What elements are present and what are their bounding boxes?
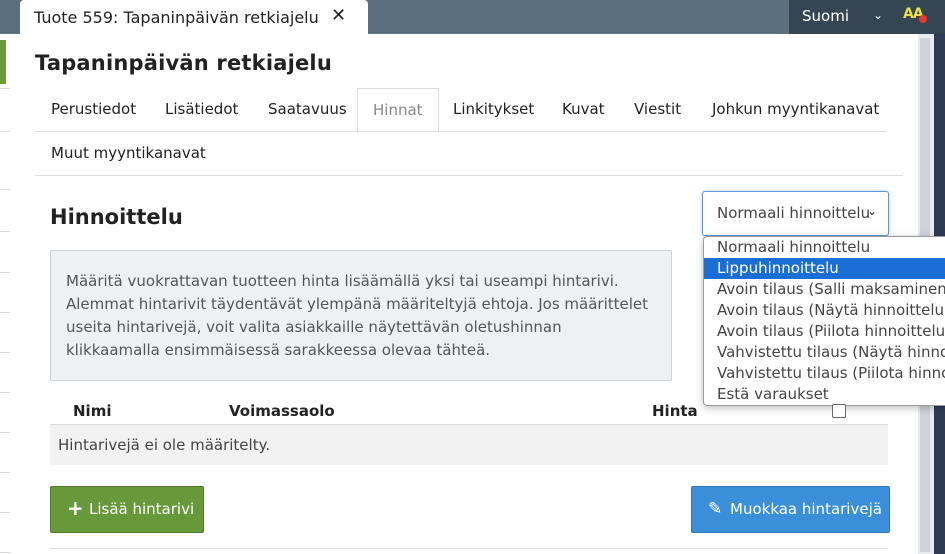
edit-price-rows-label: Muokkaa hintarivejä (730, 500, 882, 518)
table-row: Hintarivejä ei ole määritelty. (50, 424, 888, 465)
column-header-voimassaolo: Voimassaolo (229, 402, 335, 420)
divider (0, 88, 10, 89)
column-header-nimi: Nimi (73, 402, 112, 420)
tabs-divider (35, 175, 903, 176)
tab-johkun-myyntikanavat[interactable]: Johkun myyntikanavat (712, 100, 879, 118)
divider (0, 432, 10, 433)
window-title: Tuote 559: Tapaninpäivän retkiajelu (34, 8, 319, 27)
option-esta-varaukset[interactable]: Estä varaukset (704, 384, 945, 405)
divider (50, 548, 888, 549)
language-label: Suomi (802, 7, 849, 25)
pricing-type-dropdown: Normaali hinnoittelu Lippuhinnoittelu Av… (703, 236, 945, 406)
tab-linkitykset[interactable]: Linkitykset (453, 100, 534, 118)
divider (0, 272, 10, 273)
divider (0, 392, 10, 393)
divider (0, 189, 10, 190)
chevron-down-icon: ⌄ (873, 8, 884, 22)
option-vahvistettu-piilota[interactable]: Vahvistettu tilaus (Piilota hinnoittelu) (704, 363, 945, 384)
window-tab[interactable]: Tuote 559: Tapaninpäivän retkiajelu ✕ (20, 0, 368, 36)
add-price-row-label: Lisää hintarivi (89, 500, 195, 518)
tab-hinnat[interactable]: Hinnat (357, 88, 439, 133)
background-sidebar (0, 34, 21, 554)
plus-icon: + (67, 496, 84, 520)
tab-kuvat[interactable]: Kuvat (562, 100, 605, 118)
tab-lisatiedot[interactable]: Lisätiedot (165, 100, 238, 118)
tab-muut-myyntikanavat[interactable]: Muut myyntikanavat (51, 144, 206, 162)
pricing-type-select[interactable]: Normaali hinnoittelu ⌄ (702, 191, 889, 236)
empty-state-text: Hintarivejä ei ole määritelty. (58, 436, 271, 454)
tabs-divider (35, 131, 886, 132)
pricing-type-value: Normaali hinnoittelu (717, 204, 871, 222)
edit-price-rows-button[interactable]: ✎ Muokkaa hintarivejä (691, 486, 890, 533)
option-avoin-nayta[interactable]: Avoin tilaus (Näytä hinnoittelu) (704, 300, 945, 321)
tab-viestit[interactable]: Viestit (634, 100, 681, 118)
notification-dot-icon (919, 15, 927, 23)
pencil-icon: ✎ (708, 499, 723, 519)
info-text: Määritä vuokrattavan tuotteen hinta lisä… (66, 272, 649, 359)
column-header-hinta: Hinta (652, 402, 698, 420)
option-avoin-salli[interactable]: Avoin tilaus (Salli maksaminen) (704, 279, 945, 300)
option-lippuhinnoittelu[interactable]: Lippuhinnoittelu (704, 258, 945, 279)
option-normaali[interactable]: Normaali hinnoittelu (704, 237, 945, 258)
tab-perustiedot[interactable]: Perustiedot (51, 100, 136, 118)
divider (0, 352, 10, 353)
section-heading: Hinnoittelu (50, 205, 183, 229)
background-accent (0, 40, 6, 84)
divider (0, 231, 10, 232)
option-avoin-piilota[interactable]: Avoin tilaus (Piilota hinnoittelu) (704, 321, 945, 342)
divider (0, 472, 10, 473)
chevron-down-icon: ⌄ (867, 204, 878, 218)
select-all-checkbox[interactable] (832, 404, 846, 418)
option-vahvistettu-nayta[interactable]: Vahvistettu tilaus (Näytä hinnoittelu) (704, 342, 945, 363)
page-title: Tapaninpäivän retkiajelu (35, 51, 332, 75)
divider (0, 552, 10, 553)
close-icon[interactable]: ✕ (331, 5, 346, 26)
font-size-button[interactable]: AA (893, 0, 945, 34)
divider (0, 312, 10, 313)
divider (0, 131, 10, 132)
divider (0, 512, 10, 513)
add-price-row-button[interactable]: + Lisää hintarivi (50, 486, 204, 533)
language-selector[interactable]: Suomi ⌄ (789, 0, 893, 34)
info-box: Määritä vuokrattavan tuotteen hinta lisä… (50, 250, 672, 381)
tab-saatavuus[interactable]: Saatavuus (268, 100, 347, 118)
